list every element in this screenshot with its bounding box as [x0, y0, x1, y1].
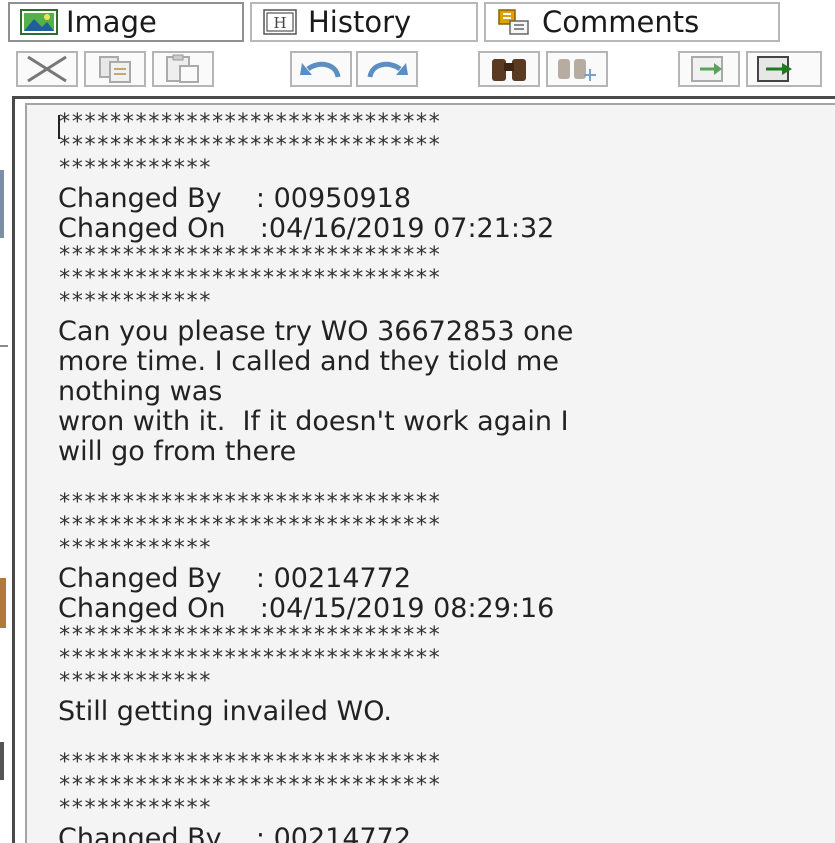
separator-line: ****************************** [58, 646, 441, 671]
find-next-icon [558, 59, 596, 81]
separator-line: ************ [58, 796, 211, 821]
separator-line: ****************************** [58, 623, 441, 648]
history-icon: H [262, 9, 300, 35]
undo-button[interactable] [290, 51, 352, 87]
text-cursor [58, 115, 60, 139]
separator-line: ************ [58, 156, 211, 181]
comment-text-line: will go from there [58, 436, 297, 467]
comment-text-line: Still getting invailed WO. [58, 696, 392, 727]
changed-on: Changed On :04/16/2019 07:21:32 [58, 213, 555, 244]
separator-line: ****************************** [58, 490, 441, 515]
separator-line: ************ [58, 536, 211, 561]
changed-by: Changed By : 00214772 [58, 563, 412, 594]
tab-image-label: Image [66, 4, 157, 39]
redo-button[interactable] [356, 51, 418, 87]
paste-icon [166, 54, 199, 83]
undo-icon [300, 61, 341, 78]
window-edge-fragment [0, 742, 4, 780]
tab-strip: Image H History Comments [0, 0, 835, 48]
changed-by: Changed By : 00214772 [58, 823, 412, 843]
cut-icon [27, 55, 67, 83]
find-icon [492, 59, 526, 81]
copy-button[interactable] [84, 51, 146, 87]
find-next-button[interactable] [546, 51, 608, 87]
comment-log: ****************************** *********… [58, 105, 835, 843]
redo-icon [367, 61, 408, 78]
comment-toolbar [0, 48, 835, 90]
tab-comments[interactable]: Comments [484, 2, 780, 42]
changed-by: Changed By : 00950918 [58, 183, 412, 214]
find-button[interactable] [478, 51, 540, 87]
import-button[interactable] [678, 51, 740, 87]
separator-line: ****************************** [58, 773, 441, 798]
window-edge-fragment [0, 345, 8, 347]
export-icon [757, 56, 792, 82]
copy-icon [99, 56, 131, 83]
comments-icon [496, 9, 534, 35]
comment-text-line: nothing was [58, 376, 223, 407]
comment-text-line: Can you please try WO 36672853 one [58, 316, 574, 347]
comment-text-line: more time. I called and they tiold me [58, 346, 559, 377]
paste-button[interactable] [152, 51, 214, 87]
tab-history-label: History [308, 4, 412, 39]
import-icon [691, 56, 723, 82]
tab-comments-label: Comments [542, 4, 700, 39]
tab-history[interactable]: H History [250, 2, 478, 42]
comment-text-line: wron with it. If it doesn't work again I [58, 406, 569, 437]
window-edge-fragment [0, 170, 4, 238]
image-icon [20, 9, 58, 35]
cut-button[interactable] [16, 51, 78, 87]
separator-line: ****************************** [58, 750, 441, 775]
separator-line: ************ [58, 669, 211, 694]
comment-text-area[interactable]: ****************************** *********… [25, 103, 835, 843]
separator-line: ****************************** [58, 110, 441, 135]
svg-text:H: H [273, 14, 286, 32]
separator-line: ****************************** [58, 266, 441, 291]
separator-line: ****************************** [58, 133, 441, 158]
separator-line: ****************************** [58, 243, 441, 268]
changed-on: Changed On :04/15/2019 08:29:16 [58, 593, 555, 624]
window-edge-fragment [0, 578, 6, 628]
export-button[interactable] [746, 51, 822, 87]
separator-line: ****************************** [58, 513, 441, 538]
comment-history-panel: ****************************** *********… [12, 96, 835, 843]
separator-line: ************ [58, 289, 211, 314]
tab-image[interactable]: Image [8, 2, 244, 42]
